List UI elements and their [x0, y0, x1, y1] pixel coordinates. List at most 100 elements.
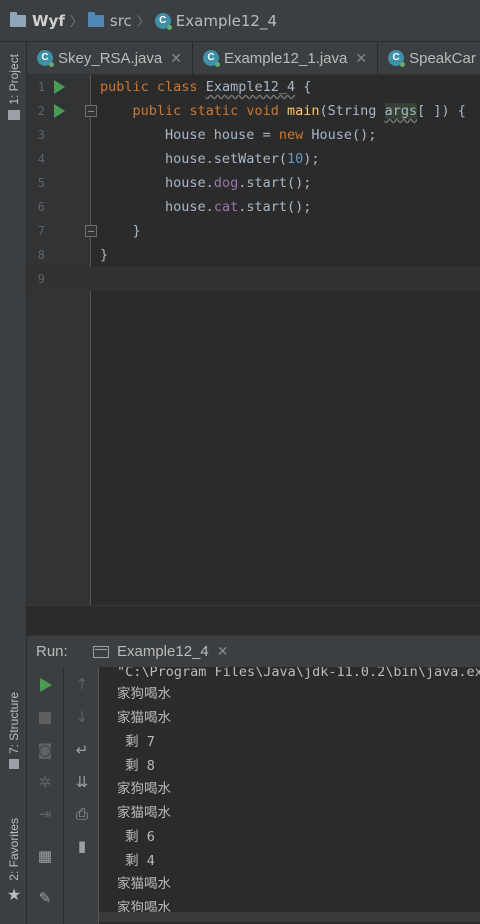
run-tab-label: Example12_4	[117, 643, 209, 660]
punctuation: ();	[352, 127, 377, 143]
breadcrumb-file-label: Example12_4	[175, 11, 278, 30]
favorites-tool-tab[interactable]: 2: Favorites ★	[2, 818, 26, 904]
code-editor[interactable]: 1 public class Example12_4 { 2 public st…	[27, 75, 480, 605]
run-gutter-icon[interactable]	[54, 80, 65, 94]
source-folder-icon	[87, 11, 104, 27]
close-icon[interactable]: ✕	[170, 50, 182, 67]
debug-icon[interactable]: ✲	[36, 773, 54, 791]
editor-tabs: C Skey_RSA.java ✕ C Example12_1.java ✕ C…	[27, 42, 480, 75]
method-name: main	[287, 103, 320, 119]
fold-icon[interactable]	[85, 105, 97, 117]
tab-label: Skey_RSA.java	[58, 49, 163, 67]
console-output[interactable]: "C:\Program Files\Java\jdk-11.0.2\bin\ja…	[99, 667, 480, 924]
field-name: cat	[213, 199, 239, 215]
tab-speakcar[interactable]: C SpeakCar	[378, 42, 480, 74]
punctuation: }	[132, 223, 141, 239]
stop-icon[interactable]	[39, 712, 51, 724]
keyword: public	[132, 103, 182, 119]
line-number: 2	[37, 104, 45, 118]
arrow-down-icon[interactable]: ↓	[73, 708, 91, 726]
line-number: 6	[37, 200, 45, 214]
console-icon	[93, 645, 109, 658]
line-number: 4	[37, 152, 45, 166]
keyword: static	[189, 103, 239, 119]
project-tool-label: 1: Project	[7, 54, 21, 105]
line-number: 8	[37, 248, 45, 262]
code-line-6: 6 house.cat.start();	[27, 195, 480, 219]
soft-wrap-icon[interactable]: ↵	[73, 741, 91, 759]
code-text: .start()	[238, 175, 304, 191]
run-toolbar-primary: ◙ ✲ ⇥ ▦ ✎	[27, 667, 64, 924]
project-folder-icon	[10, 11, 26, 27]
chevron-right-icon: 〉	[69, 15, 83, 30]
run-panel-label: Run:	[36, 643, 68, 660]
code-line-7: 7 }	[27, 219, 480, 243]
code-text: house.	[165, 199, 214, 215]
code-line-8: 8 }	[27, 243, 480, 267]
code-line-3: 3 House house = new House();	[27, 123, 480, 147]
java-class-icon: C	[388, 50, 406, 67]
code-text: .start()	[238, 199, 304, 215]
close-icon[interactable]: ✕	[217, 643, 229, 660]
code-text: house.	[165, 175, 214, 191]
console-line: 剩 7	[117, 734, 155, 750]
chevron-right-icon: 〉	[136, 15, 150, 30]
breadcrumb-project-label: Wyf	[32, 11, 65, 30]
breadcrumb-file[interactable]: C Example12_4	[154, 11, 278, 30]
project-icon	[8, 109, 20, 120]
tab-label: Example12_1.java	[223, 49, 348, 67]
code-line-1: 1 public class Example12_4 {	[27, 75, 480, 99]
camera-icon[interactable]: ◙	[36, 741, 54, 759]
console-line: 家狗喝水	[117, 781, 171, 797]
layout-icon[interactable]: ▦	[36, 847, 54, 865]
exit-icon[interactable]: ⇥	[36, 805, 54, 823]
project-tool-tab[interactable]: 1: Project	[2, 54, 26, 120]
keyword: void	[246, 103, 279, 119]
fold-icon[interactable]	[85, 225, 97, 237]
console-line: 家猫喝水	[117, 710, 171, 726]
editor-bottom-area	[27, 605, 480, 635]
keyword: class	[156, 79, 198, 95]
code-line-4: 4 house.setWater(10);	[27, 147, 480, 171]
field-name: dog	[213, 175, 239, 191]
console-line: 家猫喝水	[117, 876, 171, 892]
class-name: Example12_4	[205, 79, 296, 95]
line-number: 5	[37, 176, 45, 190]
keyword: public	[100, 79, 149, 95]
rerun-icon[interactable]	[40, 678, 52, 692]
punctuation: }	[100, 247, 109, 263]
line-number: 7	[37, 224, 45, 238]
java-class-icon: C	[202, 50, 220, 67]
console-line: 剩 4	[117, 853, 155, 869]
breadcrumb-folder-label: src	[109, 11, 132, 30]
punctuation: {	[295, 79, 312, 95]
param-type: (String	[319, 103, 385, 119]
star-icon: ★	[6, 884, 22, 904]
console-line: 家狗喝水	[117, 686, 171, 702]
pin-icon[interactable]: ✎	[36, 889, 54, 907]
structure-tool-label: 7: Structure	[7, 692, 21, 755]
code-text: House	[311, 127, 352, 143]
punctuation: );	[303, 151, 320, 167]
breadcrumb-project[interactable]: Wyf	[10, 11, 65, 30]
run-tab-example12-4[interactable]: Example12_4 ✕	[89, 636, 236, 668]
line-number: 1	[37, 80, 45, 94]
punctuation: [ ]) {	[417, 103, 466, 119]
trash-icon[interactable]: ▮	[73, 837, 91, 855]
console-line: 剩 6	[117, 829, 155, 845]
tab-skey-rsa[interactable]: C Skey_RSA.java ✕	[27, 42, 193, 74]
scroll-to-end-icon[interactable]: ⇊	[73, 773, 91, 791]
breadcrumb-folder[interactable]: src	[87, 11, 132, 30]
structure-tool-tab[interactable]: 7: Structure	[2, 692, 26, 770]
print-icon[interactable]: ⎙	[73, 805, 91, 823]
left-tool-stripe: 1: Project 7: Structure 2: Favorites ★	[0, 42, 27, 924]
tab-label: SpeakCar	[409, 49, 476, 67]
close-icon[interactable]: ✕	[355, 50, 367, 67]
keyword: new	[278, 127, 304, 143]
tab-example12-1[interactable]: C Example12_1.java ✕	[193, 42, 379, 74]
console-horizontal-scrollbar[interactable]	[99, 912, 480, 922]
param-name: args	[384, 103, 418, 119]
run-gutter-icon[interactable]	[54, 104, 65, 118]
code-text: House house =	[165, 127, 279, 143]
arrow-up-icon[interactable]: ↑	[73, 675, 91, 693]
